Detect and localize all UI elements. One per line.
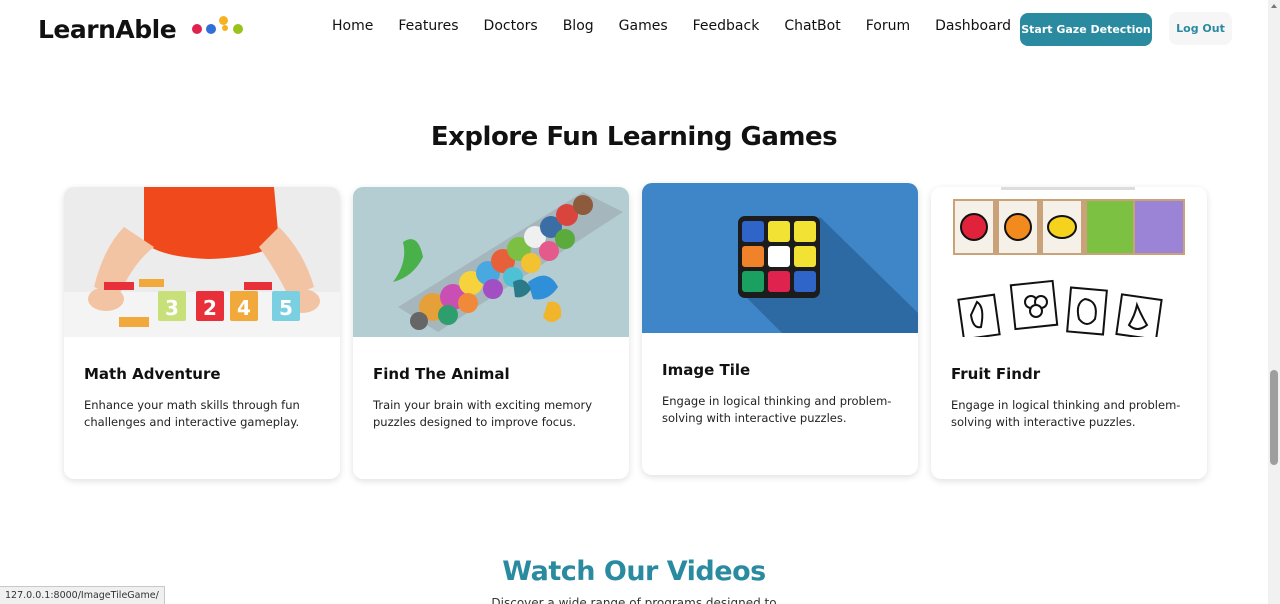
nav-chatbot[interactable]: ChatBot: [784, 18, 840, 34]
nav-blog[interactable]: Blog: [563, 18, 594, 34]
nav-features[interactable]: Features: [398, 18, 458, 34]
nav-dashboard[interactable]: Dashboard: [935, 18, 1011, 34]
nav-feedback[interactable]: Feedback: [693, 18, 760, 34]
nav-home[interactable]: Home: [332, 18, 373, 34]
svg-text:2: 2: [203, 296, 217, 320]
card-title: Find The Animal: [373, 365, 510, 383]
start-gaze-detection-button[interactable]: Start Gaze Detection: [1020, 13, 1152, 46]
card-description: Enhance your math skills through fun cha…: [84, 398, 300, 429]
card-title: Math Adventure: [84, 365, 221, 383]
page-scrollbar[interactable]: [1268, 0, 1280, 604]
scroll-up-arrow-icon[interactable]: [1271, 4, 1277, 8]
videos-section-title: Watch Our Videos: [502, 556, 766, 587]
math-adventure-image: 3 2 4 5: [64, 187, 340, 337]
svg-text:3: 3: [165, 296, 179, 320]
card-title: Image Tile: [662, 361, 751, 379]
svg-text:5: 5: [279, 296, 293, 320]
game-card-image-tile[interactable]: Image Tile Engage in logical thinking an…: [642, 183, 918, 475]
card-description: Engage in logical thinking and problem-s…: [662, 394, 892, 425]
logo-dots-icon: [192, 14, 248, 44]
logo[interactable]: LearnAble: [38, 14, 248, 44]
nav-forum[interactable]: Forum: [866, 18, 910, 34]
svg-text:4: 4: [237, 296, 251, 320]
main-nav: Home Features Doctors Blog Games Feedbac…: [332, 18, 1036, 34]
logout-button[interactable]: Log Out: [1169, 12, 1232, 45]
image-tile-image: [642, 183, 918, 333]
card-description: Train your brain with exciting memory pu…: [373, 398, 593, 429]
videos-section-subtitle: Discover a wide range of programs design…: [491, 596, 777, 604]
card-title: Fruit Findr: [951, 365, 1041, 383]
games-section-title: Explore Fun Learning Games: [430, 122, 838, 152]
card-description: Engage in logical thinking and problem-s…: [951, 398, 1181, 429]
game-card-find-the-animal[interactable]: Find The Animal Train your brain with ex…: [353, 187, 629, 479]
find-the-animal-image: [353, 187, 629, 337]
top-navbar: LearnAble Home Features Doctors Blog Gam…: [0, 0, 1268, 58]
fruit-findr-image: [931, 187, 1207, 337]
game-card-math-adventure[interactable]: 3 2 4 5 Math Adventure Enhance your math…: [64, 187, 340, 479]
nav-games[interactable]: Games: [619, 18, 668, 34]
scrollbar-thumb[interactable]: [1270, 370, 1278, 465]
logo-text: LearnAble: [38, 14, 177, 44]
nav-doctors[interactable]: Doctors: [484, 18, 538, 34]
game-card-fruit-findr[interactable]: Fruit Findr Engage in logical thinking a…: [931, 187, 1207, 479]
browser-status-url: 127.0.0.1:8000/ImageTileGame/: [0, 586, 165, 604]
